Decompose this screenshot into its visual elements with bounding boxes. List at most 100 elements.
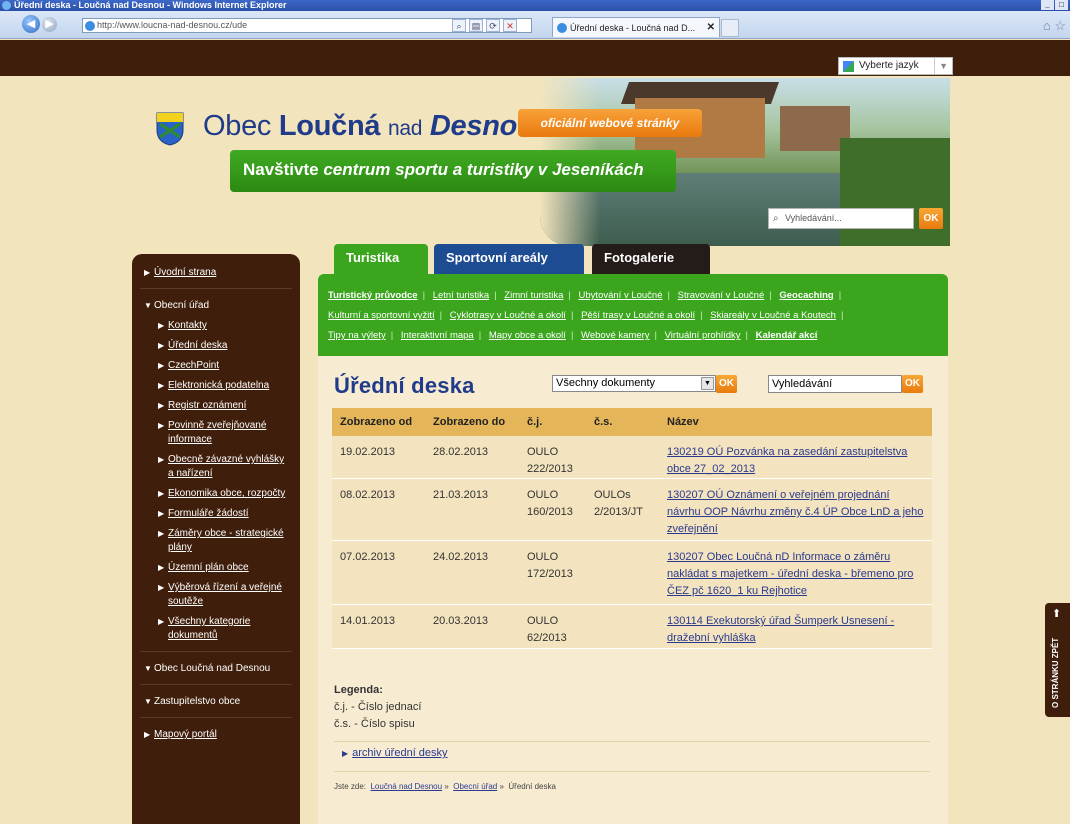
- submenu-link[interactable]: Skiareály v Loučné a Koutech: [710, 310, 836, 321]
- submenu-link[interactable]: Kulturní a sportovní vyžití: [328, 310, 435, 321]
- col-header-do[interactable]: Zobrazeno do: [433, 416, 505, 428]
- sidebar-link[interactable]: Formuláře žádostí: [168, 508, 249, 519]
- sidebar-item-uredni-deska[interactable]: ▶ Úřední deska: [132, 339, 300, 353]
- submenu-link[interactable]: Kalendář akcí: [756, 330, 818, 341]
- sidebar-item-obec[interactable]: ▼ Obec Loučná nad Desnou: [132, 662, 300, 676]
- submenu-link[interactable]: Geocaching: [779, 290, 833, 301]
- sidebar-item-registr[interactable]: ▶ Registr oznámení: [132, 399, 300, 413]
- tab-turistika[interactable]: Turistika: [334, 244, 428, 274]
- stop-icon[interactable]: ✕: [503, 19, 517, 32]
- page-icon: [85, 21, 95, 31]
- submenu-link[interactable]: Turistický průvodce: [328, 290, 418, 301]
- site-logo[interactable]: Obec Loučná nad Desnou: [203, 110, 535, 143]
- document-filter-select[interactable]: Všechny dokumenty ▼: [552, 375, 716, 392]
- document-link[interactable]: 130207 OÚ Oznámení o veřejném projednání…: [667, 489, 923, 535]
- sidebar-link[interactable]: CzechPoint: [168, 360, 219, 371]
- sidebar-item-vsechny-kategorie[interactable]: ▶ Všechny kategorie dokumentů: [132, 615, 300, 643]
- sidebar-link[interactable]: Kontakty: [168, 320, 207, 331]
- sidebar-link[interactable]: Všechny kategorie dokumentů: [168, 616, 250, 641]
- archive-link-row[interactable]: ▶ archiv úřední desky: [342, 747, 448, 759]
- breadcrumb-link[interactable]: Obecní úřad: [453, 782, 497, 791]
- col-header-od[interactable]: Zobrazeno od: [340, 416, 412, 428]
- sidebar-item-zastupitelstvo[interactable]: ▼ Zastupitelstvo obce: [132, 695, 300, 709]
- submenu-link[interactable]: Interaktivní mapa: [401, 330, 474, 341]
- sidebar-link[interactable]: Elektronická podatelna: [168, 380, 269, 391]
- compat-view-icon[interactable]: ▤: [469, 19, 483, 32]
- new-tab-button[interactable]: [721, 19, 739, 37]
- sidebar-item-mapovy-portal[interactable]: ▶ Mapový portál: [132, 728, 300, 742]
- archive-link[interactable]: archiv úřední desky: [352, 747, 447, 759]
- col-header-nazev[interactable]: Název: [667, 416, 699, 428]
- col-header-cs[interactable]: č.s.: [594, 416, 612, 428]
- page-title: Úřední deska: [334, 373, 475, 398]
- forward-button[interactable]: ▶: [42, 17, 57, 32]
- sidebar-link[interactable]: Úřední deska: [168, 340, 227, 351]
- sidebar-link[interactable]: Úvodní strana: [154, 267, 216, 278]
- sidebar-link[interactable]: Ekonomika obce, rozpočty: [168, 488, 285, 499]
- back-button[interactable]: ◀: [22, 15, 40, 33]
- sidebar-item-formulare[interactable]: ▶ Formuláře žádostí: [132, 507, 300, 521]
- tab-sportovni-arealy[interactable]: Sportovní areály: [434, 244, 584, 274]
- board-search-input[interactable]: Vyhledávání: [768, 375, 902, 393]
- home-favorites-icons[interactable]: ⌂ ☆: [1043, 18, 1066, 34]
- table-row: 19.02.2013 28.02.2013 OULO 222/2013 1302…: [332, 436, 932, 479]
- sidebar-link[interactable]: Obecně závazné vyhlášky a nařízení: [168, 454, 284, 479]
- document-link[interactable]: 130219 OÚ Pozvánka na zasedání zastupite…: [667, 446, 907, 475]
- submenu-link[interactable]: Tipy na výlety: [328, 330, 386, 341]
- submenu-link[interactable]: Mapy obce a okolí: [489, 330, 566, 341]
- arrow-right-icon: ▶: [158, 489, 165, 498]
- breadcrumb-current: Úřední deska: [508, 782, 556, 791]
- submenu-link[interactable]: Virtuální prohlídky: [665, 330, 741, 341]
- submenu-link[interactable]: Cyklotrasy v Loučné a okolí: [450, 310, 566, 321]
- sidebar-item-ekonomika[interactable]: ▶ Ekonomika obce, rozpočty: [132, 487, 300, 501]
- submenu-link[interactable]: Webové kamery: [581, 330, 649, 341]
- site-search-ok-button[interactable]: OK: [919, 208, 943, 229]
- cell-do: 20.03.2013: [433, 615, 489, 627]
- sidebar-link[interactable]: Výběrová řízení a veřejné soutěže: [168, 582, 282, 607]
- submenu-link[interactable]: Ubytování v Loučné: [579, 290, 663, 301]
- sidebar-item-vyhlasky[interactable]: ▶ Obecně závazné vyhlášky a nařízení: [132, 453, 300, 481]
- board-search-ok-button[interactable]: OK: [902, 375, 923, 393]
- sidebar-item-zamery[interactable]: ▶ Záměry obce - strategické plány: [132, 527, 300, 555]
- submenu-link[interactable]: Stravování v Loučné: [678, 290, 765, 301]
- tab-fotogalerie[interactable]: Fotogalerie: [592, 244, 710, 274]
- site-search-input[interactable]: ⌕ Vyhledávání...: [768, 208, 914, 229]
- sidebar-item-czechpoint[interactable]: ▶ CzechPoint: [132, 359, 300, 373]
- arrow-right-icon: ▶: [144, 730, 151, 739]
- main-content: Úřední deska Všechny dokumenty ▼ OK Vyhl…: [318, 356, 948, 824]
- tab-close-icon[interactable]: ✕: [707, 18, 715, 38]
- sidebar-item-kontakty[interactable]: ▶ Kontakty: [132, 319, 300, 333]
- search-dropdown-icon[interactable]: ⌕: [452, 19, 466, 32]
- col-header-cj[interactable]: č.j.: [527, 416, 542, 428]
- logo-name: Loučná: [278, 110, 381, 142]
- maximize-button[interactable]: □: [1055, 0, 1068, 10]
- back-to-previous-tab[interactable]: ⬆ O STRÁNKU ZPĚT: [1045, 603, 1070, 717]
- sidebar-link[interactable]: Povinně zveřejňované informace: [168, 420, 266, 445]
- arrow-right-icon: ▶: [158, 381, 165, 390]
- minimize-button[interactable]: _: [1041, 0, 1054, 10]
- language-selector[interactable]: Vyberte jazyk ▼: [838, 57, 953, 75]
- sidebar-item-uvodni-strana[interactable]: ▶ Úvodní strana: [132, 266, 300, 280]
- document-link[interactable]: 130207 Obec Loučná nD Informace o záměru…: [667, 551, 913, 597]
- submenu-link[interactable]: Pěší trasy v Loučné a okolí: [581, 310, 695, 321]
- sidebar-label: Zastupitelstvo obce: [154, 696, 241, 707]
- filter-ok-button[interactable]: OK: [716, 375, 737, 393]
- sidebar-link[interactable]: Záměry obce - strategické plány: [168, 528, 284, 553]
- submenu-link[interactable]: Letní turistika: [433, 290, 490, 301]
- submenu-link[interactable]: Zimní turistika: [504, 290, 563, 301]
- breadcrumb-link[interactable]: Loučná nad Desnou: [370, 782, 442, 791]
- sidebar-item-uzemni-plan[interactable]: ▶ Územní plán obce: [132, 561, 300, 575]
- sidebar-item-vyberova-rizeni[interactable]: ▶ Výběrová řízení a veřejné soutěže: [132, 581, 300, 609]
- sidebar-item-podatelna[interactable]: ▶ Elektronická podatelna: [132, 379, 300, 393]
- sidebar-link[interactable]: Mapový portál: [154, 729, 217, 740]
- refresh-icon[interactable]: ⟳: [486, 19, 500, 32]
- sidebar-item-povinne[interactable]: ▶ Povinně zveřejňované informace: [132, 419, 300, 447]
- sidebar-link[interactable]: Registr oznámení: [168, 400, 246, 411]
- ie-icon: [2, 1, 11, 10]
- table-row: 07.02.2013 24.02.2013 OULO 172/2013 1302…: [332, 541, 932, 605]
- cell-cj: OULO 160/2013: [527, 489, 573, 518]
- document-link[interactable]: 130114 Exekutorský úřad Šumperk Usnesení…: [667, 615, 894, 644]
- sidebar-link[interactable]: Územní plán obce: [168, 562, 249, 573]
- sidebar-item-obecni-urad[interactable]: ▼ Obecní úřad: [132, 299, 300, 313]
- browser-tab-active[interactable]: Úřední deska - Loučná nad D... ✕: [552, 17, 720, 37]
